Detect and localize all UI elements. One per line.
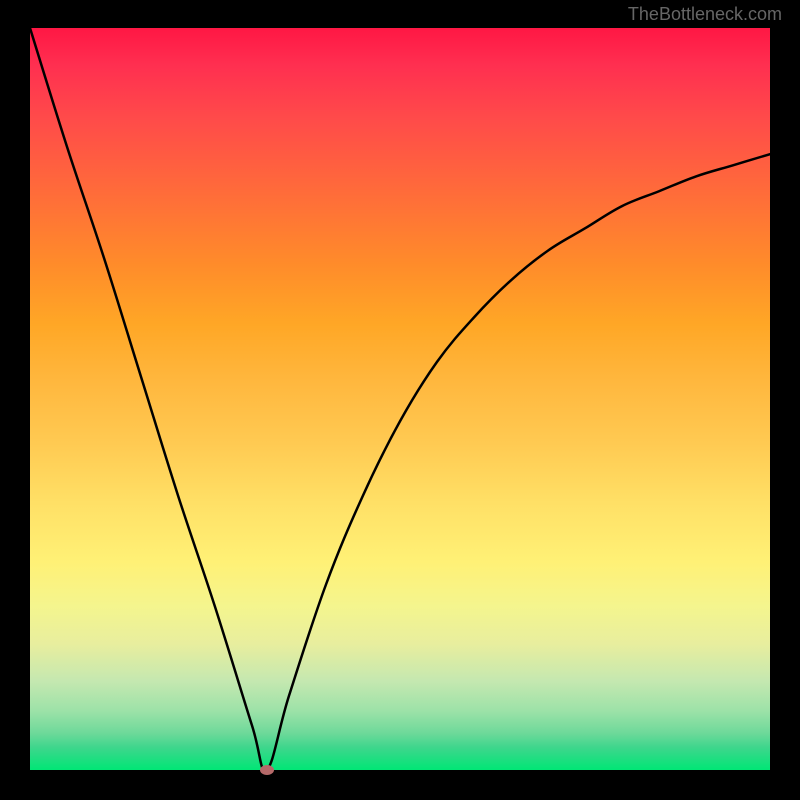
- chart-plot-area: [30, 28, 770, 770]
- minimum-marker: [260, 765, 274, 775]
- watermark-text: TheBottleneck.com: [628, 4, 782, 25]
- bottleneck-curve: [30, 28, 770, 770]
